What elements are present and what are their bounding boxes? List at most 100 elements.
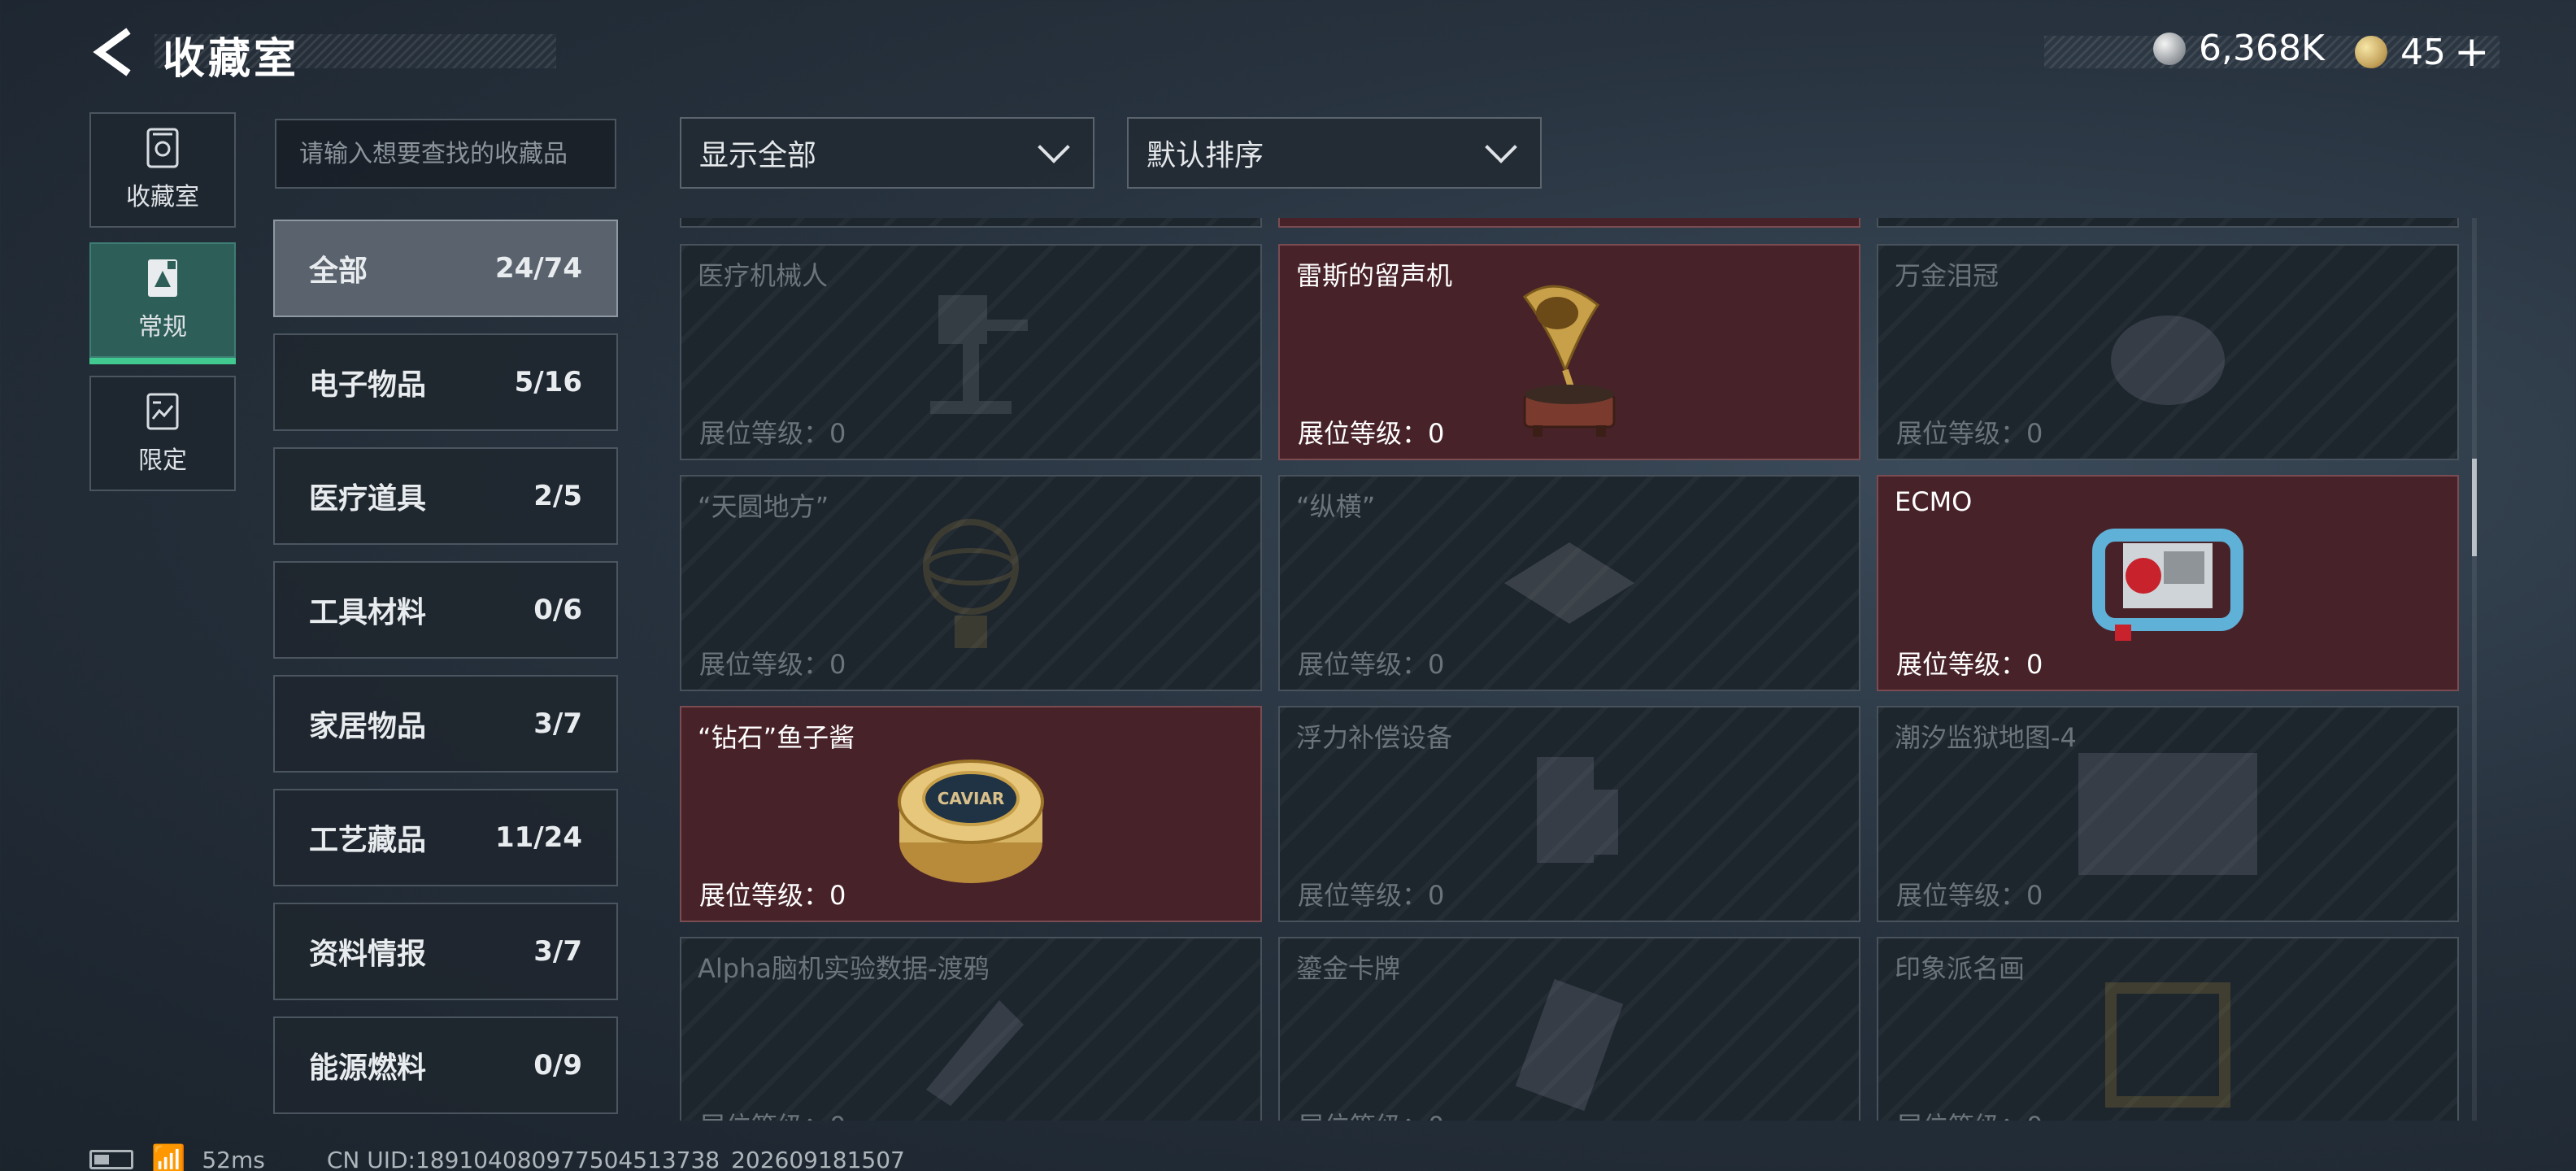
category-count: 0/6 [533,594,582,626]
wifi-icon: 📶 [151,1143,186,1171]
item-name: 万金泪冠 [1895,260,1999,291]
category-count: 0/9 [533,1049,582,1082]
painting-icon [2105,982,2230,1108]
vault-icon [146,128,179,168]
silver-amount: 6,368K [2199,28,2325,69]
collection-card[interactable]: 印象派名画 展位等级：0 [1877,937,2459,1121]
gold-amount: 45 [2400,31,2446,73]
gramophone-icon [1522,285,1616,437]
category-count: 24/74 [494,252,582,285]
battery-icon [89,1150,133,1169]
collection-grid: 医疗机械人 展位等级：0 雷斯的留声机 展位等级：0 万金泪冠 展位等级：0 “… [680,218,2459,1121]
scrollbar-thumb[interactable] [2472,459,2477,556]
regular-collection-icon [148,259,177,297]
collection-card[interactable]: Alpha脑机实验数据-渡鸦 展位等级：0 [680,937,1262,1121]
category-tools[interactable]: 工具材料 0/6 [273,561,618,659]
item-name: ECMO [1895,486,1973,517]
add-currency-button[interactable]: + [2454,28,2490,76]
silver-coin-icon [2153,32,2186,65]
category-crafts[interactable]: 工艺藏品 11/24 [273,789,618,886]
gilded-card-icon [1515,978,1624,1112]
caviar-label: CAVIAR [938,789,1005,808]
category-name: 医疗道具 [309,482,427,516]
grid-scrollbar[interactable] [2472,218,2477,1121]
caviar-tin-icon: CAVIAR [898,760,1044,883]
collection-card[interactable]: 医疗机械人 展位等级：0 [680,244,1262,460]
category-medical[interactable]: 医疗道具 2/5 [273,447,618,545]
sort-dropdown[interactable]: 默认排序 [1127,117,1542,189]
category-energy[interactable]: 能源燃料 0/9 [273,1016,618,1114]
category-count: 2/5 [533,480,582,512]
collection-card[interactable]: “纵横” 展位等级：0 [1278,475,1860,691]
filter-dropdown[interactable]: 显示全部 [680,117,1094,189]
item-level: 展位等级：0 [1896,418,2043,449]
item-name: 医疗机械人 [698,260,829,291]
item-level: 展位等级：0 [1896,880,2043,911]
rail-tab-regular[interactable]: 常规 [89,242,236,364]
rail-tab-vault[interactable]: 收藏室 [89,112,236,228]
chevron-down-icon [1485,131,1517,163]
back-arrow-icon[interactable] [88,26,137,78]
filter-value: 显示全部 [699,139,817,172]
item-name: 浮力补偿设备 [1296,722,1453,753]
category-name: 能源燃料 [309,1051,427,1085]
chevron-down-icon [1038,131,1070,163]
armillary-sphere-icon [923,519,1019,648]
item-name: 鎏金卡牌 [1296,953,1401,984]
item-level: 展位等级：0 [699,649,846,680]
collection-card[interactable]: 浮力补偿设备 展位等级：0 [1278,706,1860,922]
category-all[interactable]: 全部 24/74 [273,220,618,317]
buoyancy-device-icon [1537,757,1618,863]
medical-robot-icon [930,295,1028,414]
collection-card[interactable]: 鎏金卡牌 展位等级：0 [1278,937,1860,1121]
collection-card[interactable]: 万金泪冠 展位等级：0 [1877,244,2459,460]
category-count: 3/7 [533,707,582,740]
data-drive-icon [926,1000,1024,1106]
category-count: 3/7 [533,935,582,968]
item-level: 展位等级：0 [1896,1106,2043,1121]
category-name: 电子物品 [309,368,427,402]
collection-card-partial[interactable] [1278,218,1860,228]
crown-icon [2111,316,2225,405]
limited-collection-icon [146,393,179,430]
rail-label-vault: 收藏室 [126,183,199,211]
category-intel[interactable]: 资料情报 3/7 [273,903,618,1000]
collection-card[interactable]: “天圆地方” 展位等级：0 [680,475,1262,691]
item-name: 印象派名画 [1895,953,2026,984]
category-name: 工艺藏品 [309,824,427,857]
collection-card-partial[interactable] [1877,218,2459,228]
collection-card-partial[interactable] [680,218,1262,228]
prison-map-icon [2078,753,2257,875]
top-bar: 收藏室 6,368K 45 + [0,0,2576,106]
category-count: 5/16 [514,366,582,398]
silver-currency: 6,368K [2153,28,2325,69]
rail-label-limited: 限定 [138,446,187,475]
item-level: 展位等级：0 [1298,1106,1444,1121]
category-name: 资料情报 [309,938,427,971]
chessboard-icon [1504,542,1634,624]
item-level: 展位等级：0 [699,1106,846,1121]
collection-card[interactable]: “钻石”鱼子酱 CAVIAR 展位等级：0 [680,706,1262,922]
category-count: 11/24 [494,821,582,854]
category-electronics[interactable]: 电子物品 5/16 [273,333,618,431]
rail-label-regular: 常规 [138,313,187,342]
collection-card[interactable]: 雷斯的留声机 展位等级：0 [1278,244,1860,460]
item-level: 展位等级：0 [1298,649,1445,680]
item-name: 潮汐监狱地图-4 [1895,722,2077,753]
ecmo-machine-icon [2092,529,2243,641]
item-name: “钻石”鱼子酱 [698,722,855,753]
sort-value: 默认排序 [1147,139,1264,172]
category-household[interactable]: 家居物品 3/7 [273,675,618,773]
item-level: 展位等级：0 [1298,418,1445,449]
item-level: 展位等级：0 [699,418,846,449]
item-name: “纵横” [1296,491,1376,522]
item-level: 展位等级：0 [699,880,846,911]
rail-tab-limited[interactable]: 限定 [89,376,236,491]
category-name: 工具材料 [309,596,427,629]
search-input[interactable] [275,119,616,189]
item-level: 展位等级：0 [1896,649,2043,680]
gold-currency: 45 + [2355,28,2490,76]
collection-card[interactable]: 潮汐监狱地图-4 展位等级：0 [1877,706,2459,922]
collection-card[interactable]: ECMO 展位等级：0 [1877,475,2459,691]
ping-value: 52ms [202,1146,265,1171]
